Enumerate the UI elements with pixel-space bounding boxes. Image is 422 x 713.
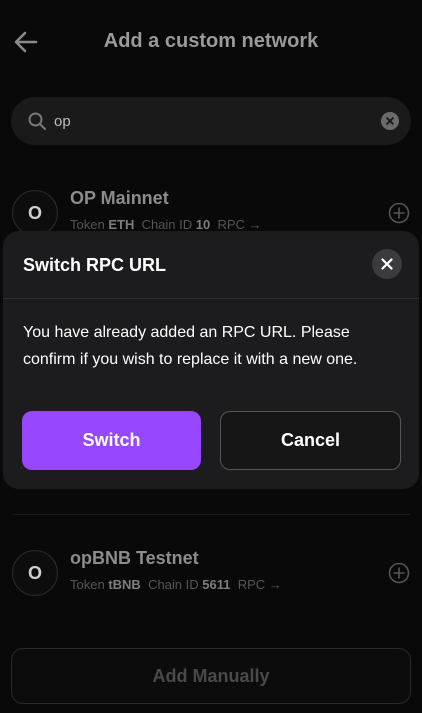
token-label: Token	[70, 577, 105, 592]
dialog-title: Switch RPC URL	[23, 255, 167, 275]
switch-rpc-dialog: Switch RPC URL You have already added an…	[3, 231, 419, 489]
network-avatar: O	[12, 550, 58, 596]
clear-search-icon[interactable]	[381, 112, 399, 130]
add-circle-icon[interactable]	[388, 202, 410, 224]
rpc-label[interactable]: RPC	[217, 217, 244, 232]
network-avatar: O	[12, 190, 58, 236]
arrow-right-icon: →	[248, 217, 262, 232]
dialog-divider	[3, 298, 419, 299]
search-icon	[28, 112, 46, 130]
network-item-opbnb-testnet[interactable]: O opBNB Testnet Token tBNB Chain ID 5611…	[0, 538, 422, 608]
search-bar	[11, 97, 411, 145]
dialog-message: You have already added an RPC URL. Pleas…	[23, 324, 358, 368]
network-name: opBNB Testnet	[70, 548, 199, 568]
switch-button[interactable]: Switch	[22, 411, 201, 470]
network-name: OP Mainnet	[70, 188, 169, 208]
list-divider	[12, 514, 410, 515]
network-meta: Token tBNB Chain ID 5611 RPC →	[70, 577, 282, 592]
header: Add a custom network	[0, 0, 422, 84]
arrow-right-icon: →	[268, 577, 282, 592]
token-value: ETH	[108, 217, 135, 232]
network-meta: Token ETH Chain ID 10 RPC →	[70, 217, 262, 232]
chain-id-value: 5611	[202, 577, 231, 592]
search-input[interactable]	[54, 107, 364, 135]
token-label: Token	[70, 217, 105, 232]
add-manually-button[interactable]: Add Manually	[11, 648, 411, 704]
page-title: Add a custom network	[103, 30, 319, 52]
token-value: tBNB	[108, 577, 141, 592]
chain-id-label: Chain ID	[141, 217, 193, 232]
add-circle-icon[interactable]	[388, 562, 410, 584]
chain-id-label: Chain ID	[148, 577, 199, 592]
cancel-button[interactable]: Cancel	[220, 411, 401, 470]
rpc-label[interactable]: RPC	[238, 577, 265, 592]
close-icon[interactable]	[372, 249, 402, 279]
chain-id-value: 10	[195, 217, 211, 232]
